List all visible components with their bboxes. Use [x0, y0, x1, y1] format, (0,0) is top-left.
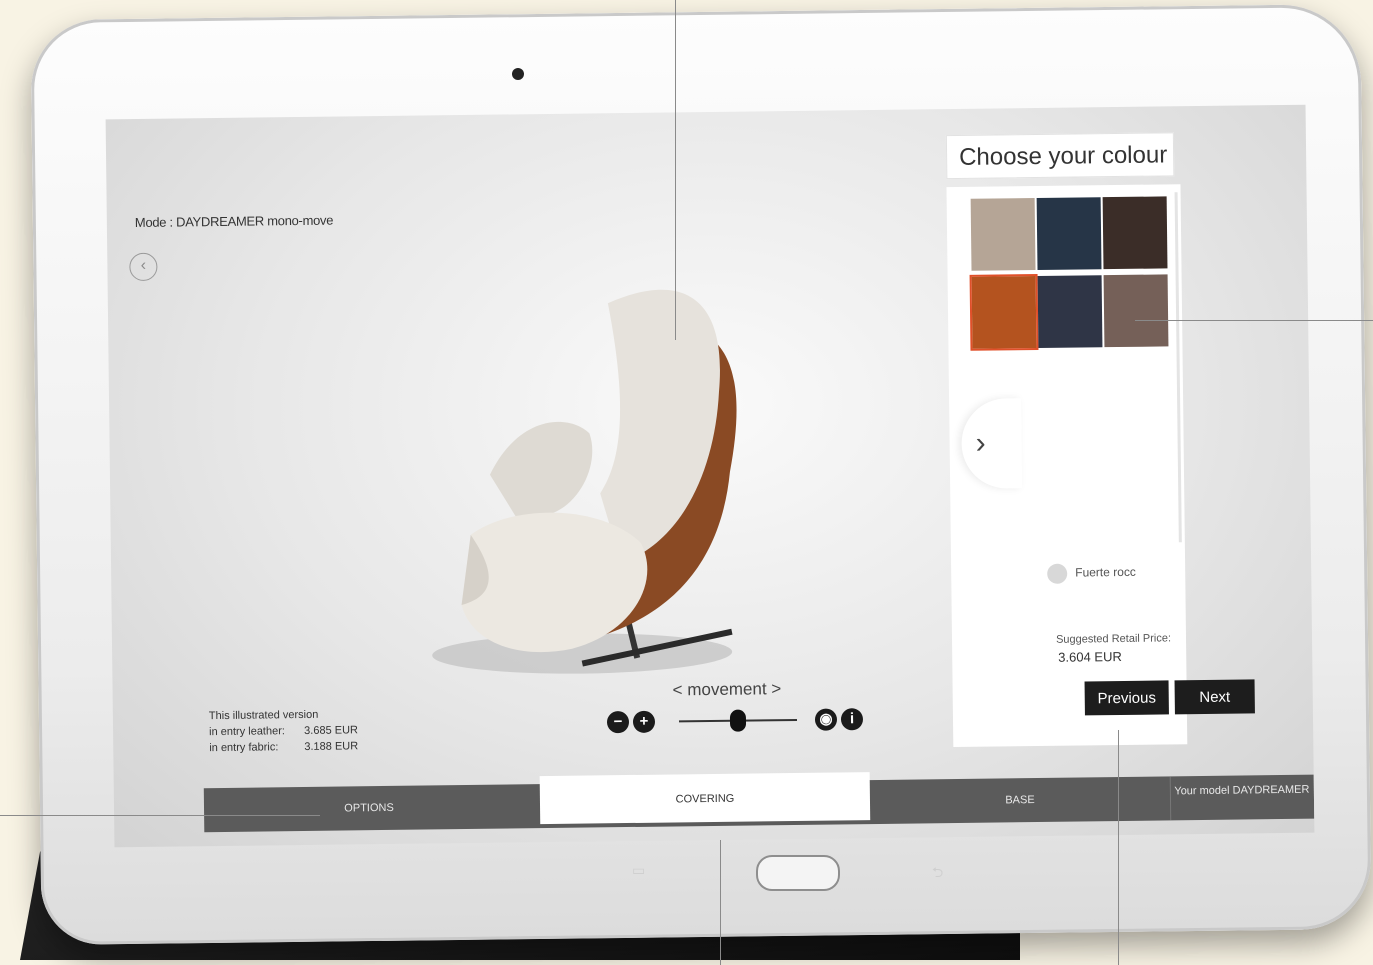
srp-label: Suggested Retail Price: — [1055, 632, 1172, 646]
app-screen: Mode : DAYDREAMER mono-move ‹ This illus… — [105, 104, 1315, 848]
tab-base[interactable]: BASE — [870, 776, 1171, 824]
info-button[interactable]: i — [840, 708, 864, 731]
leather-label: in entry leather: — [209, 725, 285, 739]
zoom-out-button[interactable]: − — [606, 711, 630, 734]
tab-covering[interactable]: COVERING — [539, 772, 871, 825]
step-navigation: OPTIONS COVERING BASE Your model DAYDREA… — [203, 772, 1315, 833]
fabric-price-row: in entry fabric: 3.188 EUR — [209, 738, 358, 756]
camera-button[interactable]: ◉ — [814, 708, 838, 731]
minus-icon: − — [613, 713, 623, 731]
movement-slider-thumb[interactable] — [729, 709, 747, 732]
front-camera — [512, 68, 524, 80]
leather-value: 3.685 EUR — [304, 724, 359, 737]
tab-options[interactable]: OPTIONS — [204, 784, 535, 832]
chevron-right-icon: › — [975, 426, 986, 460]
swatch-taupe[interactable] — [970, 198, 1036, 271]
camera-icon: ◉ — [819, 710, 833, 728]
back-key[interactable]: ⮌ — [932, 862, 943, 886]
zoom-in-button[interactable]: + — [632, 710, 656, 733]
srp-value: 3.604 EUR — [1058, 648, 1122, 665]
colour-panel-title: Choose your colour — [945, 132, 1175, 180]
model-label: Mode : DAYDREAMER mono-move — [134, 212, 334, 231]
callout-line-right — [1135, 320, 1373, 321]
movement-label: < movement > — [672, 679, 782, 700]
swatch-charcoal-blue[interactable] — [1037, 275, 1103, 348]
selected-colour-name: Fuerte rocc — [1075, 564, 1136, 580]
fabric-value: 3.188 EUR — [304, 740, 359, 753]
swatch-mocha[interactable] — [1103, 274, 1169, 348]
callout-line-left — [0, 815, 320, 816]
illustrated-heading: This illustrated version — [208, 708, 319, 723]
tab-your-model[interactable]: Your model DAYDREAMER — [1172, 775, 1313, 821]
info-icon: i — [849, 710, 855, 728]
callout-line-bottom — [720, 840, 721, 965]
swatch-navy[interactable] — [1036, 197, 1102, 270]
fabric-label: in entry fabric: — [209, 741, 279, 755]
recent-apps-key[interactable]: ▭ — [632, 862, 645, 879]
callout-line-top — [675, 0, 676, 340]
next-button[interactable]: Next — [1174, 679, 1255, 715]
plus-icon: + — [639, 712, 649, 730]
chevron-left-icon: ‹ — [140, 256, 147, 274]
leather-price-row: in entry leather: 3.685 EUR — [209, 722, 358, 740]
chair-3d-view[interactable] — [427, 261, 772, 685]
illustrated-price-block: This illustrated version in entry leathe… — [209, 706, 358, 756]
swatch-dark-brown[interactable] — [1102, 196, 1168, 270]
swatch-cognac[interactable] — [969, 273, 1039, 351]
home-button[interactable] — [756, 855, 840, 891]
previous-button[interactable]: Previous — [1084, 680, 1169, 716]
back-button[interactable]: ‹ — [129, 252, 158, 282]
colour-info-icon[interactable] — [1047, 563, 1068, 584]
callout-line-bottom-right — [1118, 730, 1119, 965]
